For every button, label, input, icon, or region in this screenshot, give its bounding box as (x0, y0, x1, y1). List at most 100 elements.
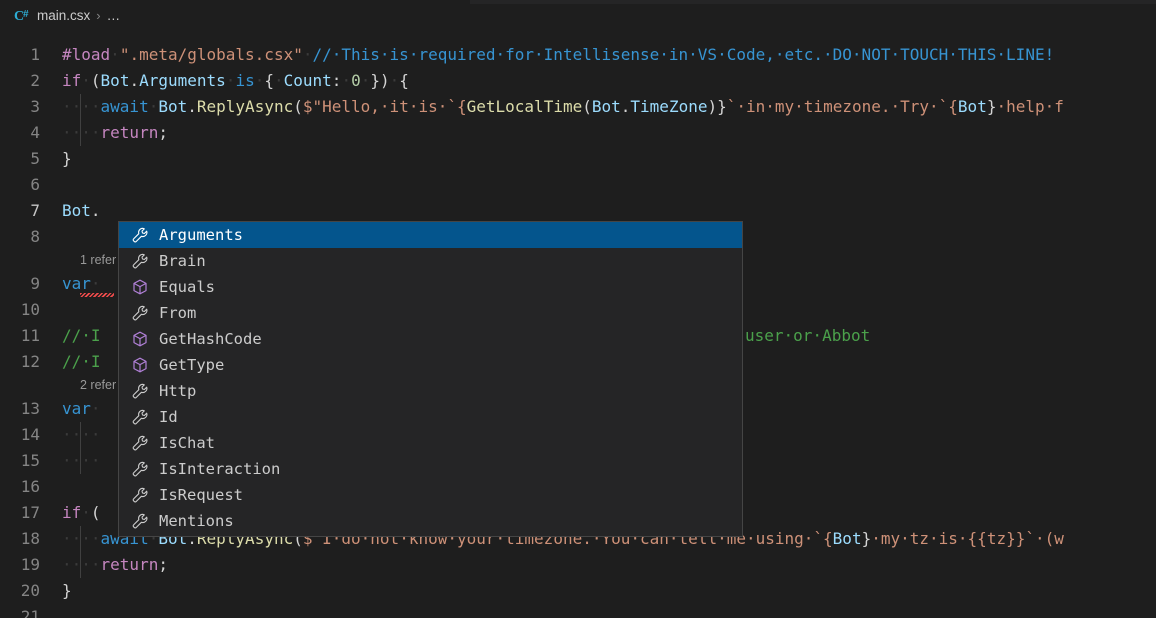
token: ( (582, 97, 592, 116)
autocomplete-suggest-widget[interactable]: Arguments Brain Equals From GetHashCode GetTy… (118, 221, 743, 537)
code-line[interactable]: 20} (0, 578, 1156, 604)
suggest-list[interactable]: Arguments Brain Equals From GetHashCode GetTy… (119, 222, 742, 534)
token: ( (90, 71, 101, 90)
suggest-item-http[interactable]: Http (119, 378, 742, 404)
code-text: //·I (62, 323, 101, 349)
token: Arguments (139, 71, 226, 90)
suggest-item-arguments[interactable]: Arguments (119, 222, 742, 248)
token: . (187, 97, 197, 116)
cube-icon (130, 355, 150, 375)
token: Count (283, 71, 332, 90)
line-number: 10 (20, 300, 40, 319)
code-line[interactable]: 4 ····return; (0, 120, 1156, 146)
whitespace-marker: · (360, 71, 371, 90)
wrench-icon (130, 511, 150, 531)
breadcrumb-overflow[interactable]: … (107, 8, 122, 23)
token: . (129, 71, 140, 90)
suggest-item-from[interactable]: From (119, 300, 742, 326)
token: ·my·tz·is·{{tz}}`·(w (871, 529, 1064, 548)
suggest-item-gethashcode[interactable]: GetHashCode (119, 326, 742, 352)
token: `·in·my·timezone.·Try·`{ (726, 97, 958, 116)
csharp-script-icon: C # (14, 7, 31, 24)
token: }) (370, 71, 390, 90)
whitespace-marker: · (81, 71, 91, 90)
whitespace-marker: · (110, 45, 120, 64)
token: user·or·Abbot (745, 326, 871, 345)
token: ·help·f (996, 97, 1064, 116)
line-number: 2 (30, 71, 40, 90)
token: var (62, 274, 91, 293)
code-text: if·(Bot.Arguments·is·{·Count:·0·})·{ (62, 68, 409, 94)
suggest-item-mentions[interactable]: Mentions (119, 508, 742, 534)
token: { (264, 71, 274, 90)
code-text: } (62, 578, 72, 604)
indent-guide (80, 552, 81, 578)
token: //·I (62, 326, 101, 345)
token: if (62, 71, 82, 90)
breadcrumb-separator-icon: › (96, 7, 101, 23)
code-line[interactable]: 21 (0, 604, 1156, 618)
suggest-item-ischat[interactable]: IsChat (119, 430, 742, 456)
code-line[interactable]: 6 (0, 172, 1156, 198)
code-line[interactable]: 3 ····await·Bot.ReplyAsync($"Hello,·it·is… (0, 94, 1156, 120)
suggest-item-isinteraction[interactable]: IsInteraction (119, 456, 742, 482)
code-line[interactable]: 1 #load·".meta/globals.csx"·//·This·is·re… (0, 42, 1156, 68)
suggest-item-label: Http (159, 382, 197, 400)
line-number: 15 (20, 451, 40, 470)
code-text: ····return; (62, 120, 168, 146)
code-line[interactable]: 2 if·(Bot.Arguments·is·{·Count:·0·})·{ (0, 68, 1156, 94)
token: Bot (62, 201, 91, 220)
token: //·This·is·required·for·Intellisense·in·… (312, 45, 1055, 64)
whitespace-marker: · (225, 71, 236, 90)
whitespace-marker: · (254, 71, 265, 90)
token: { (399, 71, 409, 90)
codelens-references[interactable]: 1 refer (80, 250, 116, 270)
tabstrip-edge (470, 0, 1156, 4)
suggest-item-label: GetHashCode (159, 330, 262, 348)
token: } (62, 581, 72, 600)
suggest-item-gettype[interactable]: GetType (119, 352, 742, 378)
whitespace-marker: ···· (62, 529, 101, 548)
whitespace-marker: · (341, 71, 352, 90)
whitespace-marker: ···· (62, 425, 101, 444)
token: GetLocalTime (466, 97, 583, 116)
indent-guide (80, 422, 81, 448)
wrench-icon (130, 381, 150, 401)
suggest-item-label: Id (159, 408, 178, 426)
token: 0 (351, 71, 361, 90)
line-number: 7 (30, 201, 40, 220)
token: Bot (100, 71, 130, 90)
code-text: //·I (62, 349, 101, 375)
suggest-item-brain[interactable]: Brain (119, 248, 742, 274)
token: Bot (832, 529, 862, 548)
codelens-references[interactable]: 2 refer (80, 375, 116, 395)
suggest-item-isrequest[interactable]: IsRequest (119, 482, 742, 508)
line-number: 21 (20, 607, 40, 618)
whitespace-marker: ···· (62, 451, 101, 470)
suggest-item-label: IsInteraction (159, 460, 281, 478)
token: $"Hello,·it·is·`{ (302, 97, 467, 116)
whitespace-marker: · (81, 503, 91, 522)
suggest-item-id[interactable]: Id (119, 404, 742, 430)
indent-guide (80, 526, 81, 552)
line-number: 8 (30, 227, 40, 246)
whitespace-marker: · (389, 71, 400, 90)
editor-horizontal-scrollbar[interactable] (120, 214, 1156, 220)
whitespace-marker: ···· (62, 97, 101, 116)
token: await (100, 97, 149, 116)
code-line[interactable]: 5} (0, 146, 1156, 172)
code-line[interactable]: 19 ····return; (0, 552, 1156, 578)
token: TimeZone (630, 97, 708, 116)
code-text: Bot. (62, 198, 101, 224)
breadcrumb-file[interactable]: main.csx (37, 8, 90, 23)
suggest-item-equals[interactable]: Equals (119, 274, 742, 300)
suggest-item-label: Brain (159, 252, 206, 270)
token: //·I (62, 352, 101, 371)
line-number: 18 (20, 529, 40, 548)
token: ; (158, 555, 168, 574)
token: ; (158, 123, 168, 142)
suggest-item-label: Equals (159, 278, 215, 296)
wrench-icon (130, 303, 150, 323)
token: return (100, 555, 159, 574)
code-text: ····await·Bot.ReplyAsync($"Hello,·it·is·… (62, 94, 1064, 120)
